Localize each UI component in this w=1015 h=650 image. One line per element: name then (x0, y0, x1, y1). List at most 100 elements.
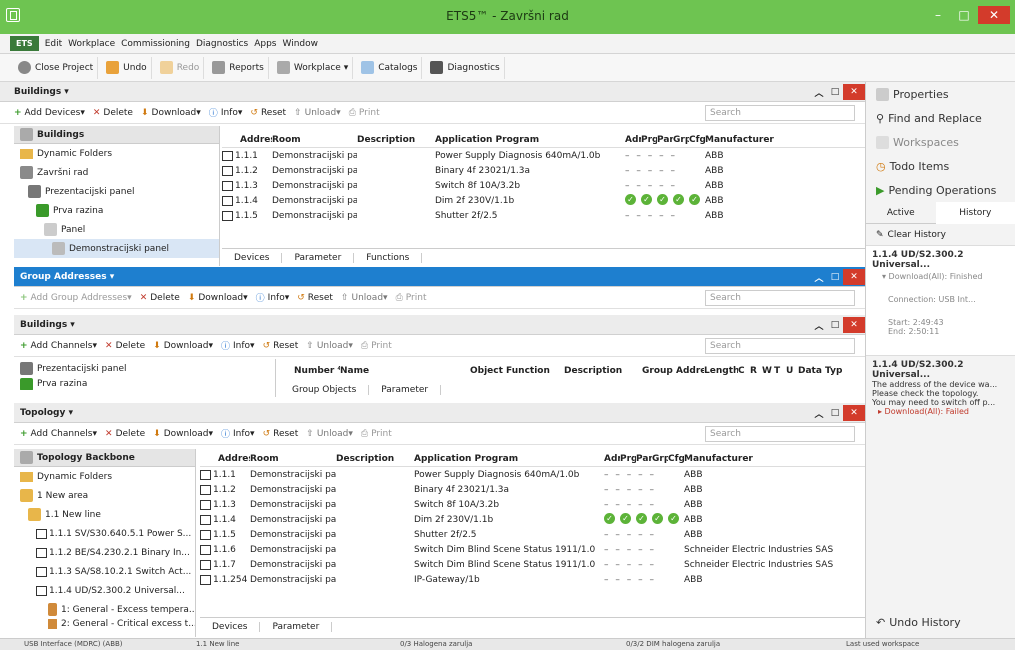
maximize-button[interactable]: □ (952, 6, 976, 24)
delete-button[interactable]: ✕ Delete (93, 108, 133, 118)
tree-item[interactable]: Prezentacijski panel (14, 182, 219, 201)
close-icon[interactable]: ✕ (843, 269, 865, 285)
reports-button[interactable]: Reports (208, 56, 269, 79)
table-row[interactable]: 1.1.4 Demonstracijski pa... Dim 2f 230V/1.… (200, 512, 865, 527)
tree-item[interactable]: Panel (14, 220, 219, 239)
tab-devices[interactable]: Devices (222, 252, 283, 263)
undo-button[interactable]: Undo (102, 56, 152, 79)
print-button[interactable]: ⎙ Print (361, 429, 392, 439)
tree-item[interactable]: Prezentacijski panel (14, 359, 275, 378)
delete-button[interactable]: ✕ Delete (140, 293, 180, 303)
collapse-icon[interactable]: ︿ (811, 407, 827, 420)
tree-item[interactable]: Demonstracijski panel (14, 239, 219, 258)
close-icon[interactable]: ✕ (843, 84, 865, 100)
delete-button[interactable]: ✕ Delete (105, 429, 145, 439)
tab-devices[interactable]: Devices (200, 621, 261, 632)
buildings-channels-header[interactable]: Buildings ▾ ︿ □ ✕ (14, 315, 865, 335)
pending-operations-item[interactable]: ▶ Pending Operations (866, 178, 1015, 202)
menu-commissioning[interactable]: Commissioning (121, 39, 190, 49)
maximize-icon[interactable]: □ (827, 320, 843, 330)
add-group-addresses-button[interactable]: + Add Group Addresses ▾ (20, 293, 132, 303)
table-row[interactable]: 1.1.4 Demonstracijski pa... Dim 2f 230V/1.… (222, 193, 865, 208)
menu-apps[interactable]: Apps (254, 39, 276, 49)
table-row[interactable]: 1.1.1 Demonstracijski pa... Power Supply D… (200, 467, 865, 482)
info-button[interactable]: ⓘ Info ▾ (209, 106, 243, 120)
table-row[interactable]: 1.1.254 Demonstracijski pa... IP-Gateway/1… (200, 572, 865, 587)
tree-item[interactable]: 1 New area (14, 486, 195, 505)
download-button[interactable]: ⬇ Download ▾ (188, 293, 248, 303)
table-row[interactable]: 1.1.5 Demonstracijski pa... Shutter 2f/2.5… (200, 527, 865, 542)
tree-item[interactable]: Prva razina (14, 201, 219, 220)
workspaces-item[interactable]: Workspaces (866, 130, 1015, 154)
tab-group-objects[interactable]: Group Objects (280, 385, 370, 395)
collapse-icon[interactable]: ︿ (811, 271, 827, 284)
tab-parameter[interactable]: Parameter (369, 385, 442, 395)
tab-history[interactable]: History (935, 201, 1015, 224)
tab-parameter[interactable]: Parameter (260, 621, 333, 632)
unload-button[interactable]: ⇧ Unload ▾ (306, 429, 353, 439)
menu-window[interactable]: Window (283, 39, 319, 49)
delete-button[interactable]: ✕ Delete (105, 341, 145, 351)
add-devices-button[interactable]: + Add Devices ▾ (14, 108, 85, 118)
group-addresses-header[interactable]: Group Addresses ▾ ︿ □ ✕ (14, 267, 865, 287)
menu-workplace[interactable]: Workplace (68, 39, 115, 49)
menu-diagnostics[interactable]: Diagnostics (196, 39, 248, 49)
info-button[interactable]: ⓘ Info ▾ (256, 291, 290, 305)
table-row[interactable]: 1.1.1 Demonstracijski pa... Power Supply D… (222, 148, 865, 163)
properties-item[interactable]: Properties (866, 82, 1015, 106)
tree-item[interactable]: 1.1.3 SA/S8.10.2.1 Switch Act... (14, 562, 195, 581)
table-row[interactable]: 1.1.3 Demonstracijski pa... Switch 8f 10A/… (222, 178, 865, 193)
topology-header[interactable]: Topology ▾ ︿ □ ✕ (14, 403, 865, 423)
tree-item[interactable]: 1.1.4 UD/S2.300.2 Universal... (14, 581, 195, 600)
table-row[interactable]: 1.1.7 Demonstracijski pa... Switch Dim Bli… (200, 557, 865, 572)
reset-button[interactable]: ↺ Reset (297, 293, 333, 303)
tree-item[interactable]: 1.1.2 BE/S4.230.2.1 Binary In... (14, 543, 195, 562)
table-row[interactable]: 1.1.6 Demonstracijski pa... Switch Dim Bli… (200, 542, 865, 557)
tree-item[interactable]: Prva razina (14, 378, 275, 390)
group-search[interactable]: Search (705, 289, 855, 306)
table-row[interactable]: 1.1.5 Demonstracijski pa... Shutter 2f/2.5… (222, 208, 865, 223)
minimize-button[interactable]: – (926, 6, 950, 24)
info-button[interactable]: ⓘ Info ▾ (221, 427, 255, 441)
clear-history-button[interactable]: ✎ Clear History (866, 224, 1015, 246)
maximize-icon[interactable]: □ (827, 408, 843, 418)
maximize-icon[interactable]: □ (827, 272, 843, 282)
topology-search[interactable]: Search (705, 425, 855, 442)
buildings-search[interactable]: Search (705, 104, 855, 121)
close-icon[interactable]: ✕ (843, 405, 865, 421)
collapse-icon[interactable]: ︿ (811, 319, 827, 332)
print-button[interactable]: ⎙ Print (361, 341, 392, 351)
unload-button[interactable]: ⇧ Unload ▾ (341, 293, 388, 303)
print-button[interactable]: ⎙ Print (349, 108, 380, 118)
tree-item[interactable]: Dynamic Folders (14, 144, 219, 163)
tree-item[interactable]: Završni rad (14, 163, 219, 182)
tree-item[interactable]: 1.1 New line (14, 505, 195, 524)
reset-button[interactable]: ↺ Reset (263, 429, 299, 439)
close-button[interactable]: ✕ (978, 6, 1010, 24)
collapse-icon[interactable]: ︿ (811, 86, 827, 99)
reset-button[interactable]: ↺ Reset (250, 108, 286, 118)
tab-parameter[interactable]: Parameter (282, 252, 355, 263)
tree-item[interactable]: 2: General - Critical excess t... (14, 619, 195, 629)
unload-button[interactable]: ⇧ Unload ▾ (294, 108, 341, 118)
tree-item[interactable]: 1.1.1 SV/S30.640.5.1 Power S... (14, 524, 195, 543)
table-row[interactable]: 1.1.2 Demonstracijski pa... Binary 4f 2302… (200, 482, 865, 497)
workplace-button[interactable]: Workplace ▾ (273, 56, 354, 79)
add-channels-button[interactable]: + Add Channels ▾ (20, 429, 97, 439)
channels-search[interactable]: Search (705, 337, 855, 354)
maximize-icon[interactable]: □ (827, 87, 843, 97)
buildings-header[interactable]: Buildings ▾ ︿ □ ✕ (0, 82, 865, 102)
table-row[interactable]: 1.1.2 Demonstracijski pa... Binary 4f 2302… (222, 163, 865, 178)
menu-edit[interactable]: Edit (45, 39, 62, 49)
menu-ets[interactable]: ETS (10, 36, 39, 51)
interface-status[interactable]: USB Interface (MDRC) (ABB) (24, 640, 123, 648)
unload-button[interactable]: ⇧ Unload ▾ (306, 341, 353, 351)
close-project-button[interactable]: Close Project (14, 56, 99, 79)
tree-item[interactable]: Dynamic Folders (14, 467, 195, 486)
redo-button[interactable]: Redo (156, 56, 205, 79)
close-icon[interactable]: ✕ (843, 317, 865, 333)
tree-item[interactable]: 1: General - Excess tempera... (14, 600, 195, 619)
todo-items-item[interactable]: ◷ Todo Items (866, 154, 1015, 178)
catalogs-button[interactable]: Catalogs (357, 56, 423, 79)
download-button[interactable]: ⬇ Download ▾ (153, 341, 213, 351)
